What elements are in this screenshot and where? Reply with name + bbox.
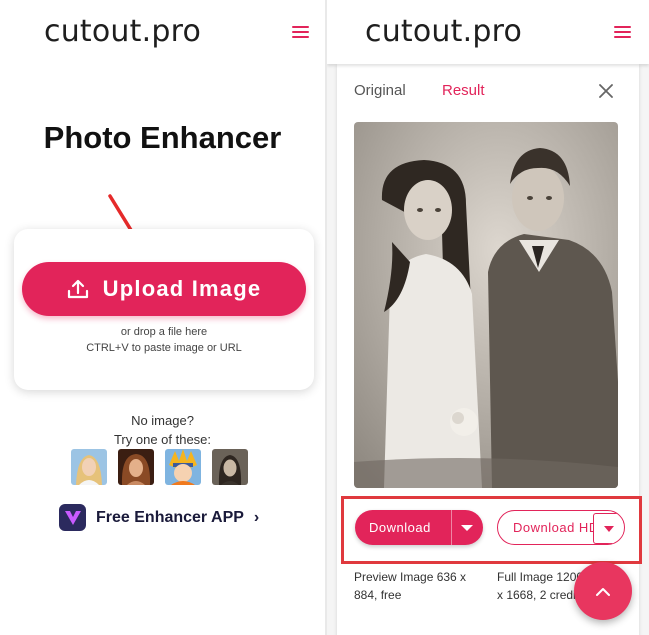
download-hd-button[interactable]: Download HD bbox=[497, 510, 625, 545]
sample-images bbox=[71, 449, 248, 485]
menu-icon[interactable] bbox=[292, 26, 309, 38]
result-image bbox=[354, 122, 618, 488]
upload-card[interactable]: Upload Image or drop a file here CTRL+V … bbox=[14, 229, 314, 390]
menu-icon[interactable] bbox=[614, 26, 631, 38]
caret-down-icon[interactable] bbox=[460, 524, 474, 532]
upload-image-button[interactable]: Upload Image bbox=[22, 262, 306, 316]
download-hd-options[interactable] bbox=[593, 513, 623, 544]
drop-hint: or drop a file here bbox=[120, 326, 208, 338]
top-bar: cutout.pro bbox=[327, 0, 649, 64]
upload-icon bbox=[67, 279, 88, 299]
upload-image-label: Upload Image bbox=[102, 276, 262, 301]
free-enhancer-app-link[interactable]: Free Enhancer APP › bbox=[59, 504, 259, 531]
logo[interactable]: cutout.pro bbox=[365, 14, 522, 49]
app-link-label: Free Enhancer APP bbox=[96, 508, 244, 526]
download-hd-label: Download HD bbox=[513, 520, 599, 535]
button-divider bbox=[451, 510, 452, 545]
sample-thumbnail[interactable] bbox=[118, 449, 154, 485]
download-label: Download bbox=[369, 520, 431, 535]
tab-original[interactable]: Original bbox=[354, 82, 406, 99]
no-image-text: No image? bbox=[131, 413, 194, 428]
chevron-up-icon bbox=[596, 587, 610, 596]
scroll-top-button[interactable] bbox=[574, 562, 632, 620]
logo[interactable]: cutout.pro bbox=[44, 14, 201, 49]
caret-down-icon bbox=[604, 526, 614, 532]
page-title: Photo Enhancer bbox=[43, 120, 282, 155]
close-icon[interactable] bbox=[599, 84, 613, 98]
sample-thumbnail[interactable] bbox=[165, 449, 201, 485]
sample-thumbnail[interactable] bbox=[71, 449, 107, 485]
enhancer-home-panel: cutout.pro Photo Enhancer Upload Image o… bbox=[0, 0, 325, 635]
preview-image-info: Preview Image 636 x 884, free bbox=[354, 570, 467, 602]
enhancer-result-panel: cutout.pro Original Result Download Down… bbox=[327, 0, 649, 635]
chevron-right-icon: › bbox=[253, 508, 260, 526]
sample-thumbnail[interactable] bbox=[212, 449, 248, 485]
download-button[interactable]: Download bbox=[355, 510, 483, 545]
app-icon bbox=[59, 504, 86, 531]
top-bar: cutout.pro bbox=[0, 0, 325, 64]
paste-hint: CTRL+V to paste image or URL bbox=[86, 342, 242, 354]
try-samples-text: Try one of these: bbox=[113, 432, 212, 447]
tab-result[interactable]: Result bbox=[442, 82, 485, 99]
